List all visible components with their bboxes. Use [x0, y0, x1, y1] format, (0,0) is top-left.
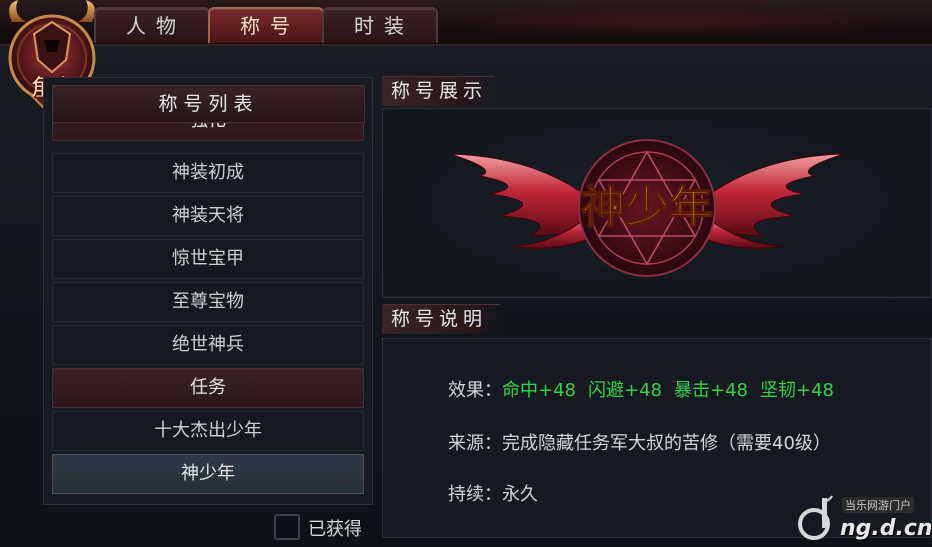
effect-line: 效果：命中+48 闪避+48 暴击+48 坚韧+48: [448, 376, 846, 402]
effect-stat: 暴击+48: [674, 380, 748, 401]
list-category[interactable]: 任务: [52, 368, 364, 408]
title-list[interactable]: 强化 神装初成 神装天将 惊世宝甲 至尊宝物 绝世神兵 任务 十大杰出少年 神少…: [52, 123, 365, 498]
tab-title[interactable]: 称号: [208, 7, 324, 43]
list-item[interactable]: 至尊宝物: [52, 282, 364, 322]
title-list-header: 称号列表: [52, 85, 365, 123]
right-wing: [693, 153, 845, 249]
title-display-header: 称号展示: [382, 76, 494, 106]
top-bar-ornament: [430, 6, 910, 38]
tab-fashion[interactable]: 时装: [322, 7, 438, 43]
tab-person[interactable]: 人物: [94, 7, 210, 43]
title-badge-image: 神少年: [449, 139, 845, 277]
list-item[interactable]: 十大杰出少年: [52, 411, 364, 451]
source-label: 来源：: [448, 433, 502, 454]
list-item[interactable]: 绝世神兵: [52, 325, 364, 365]
list-item[interactable]: 神装天将: [52, 196, 364, 236]
list-category[interactable]: 强化: [52, 123, 364, 141]
duration-value: 永久: [502, 484, 538, 505]
obtained-checkbox[interactable]: [274, 514, 300, 540]
list-item-selected[interactable]: 神少年: [52, 454, 364, 494]
source-line: 来源：完成隐藏任务军大叔的苦修（需要40级）: [448, 429, 831, 455]
effect-stat: 坚韧+48: [760, 380, 834, 401]
watermark-caption: 当乐网游门户: [842, 497, 914, 513]
effect-stat: 闪避+48: [588, 380, 662, 401]
title-badge-text: 神少年: [581, 182, 713, 233]
obtained-label: 已获得: [308, 519, 362, 540]
duration-line: 持续：永久: [448, 480, 538, 506]
source-value: 完成隐藏任务军大叔的苦修（需要40级）: [502, 433, 831, 454]
list-item[interactable]: 神装初成: [52, 153, 364, 193]
effect-label: 效果：: [448, 380, 502, 401]
left-wing: [449, 153, 601, 249]
effect-stat: 命中+48: [502, 380, 576, 401]
duration-label: 持续：: [448, 484, 502, 505]
title-description-header: 称号说明: [382, 304, 500, 334]
list-item[interactable]: 惊世宝甲: [52, 239, 364, 279]
watermark-domain: ng.d.cn: [840, 516, 932, 541]
